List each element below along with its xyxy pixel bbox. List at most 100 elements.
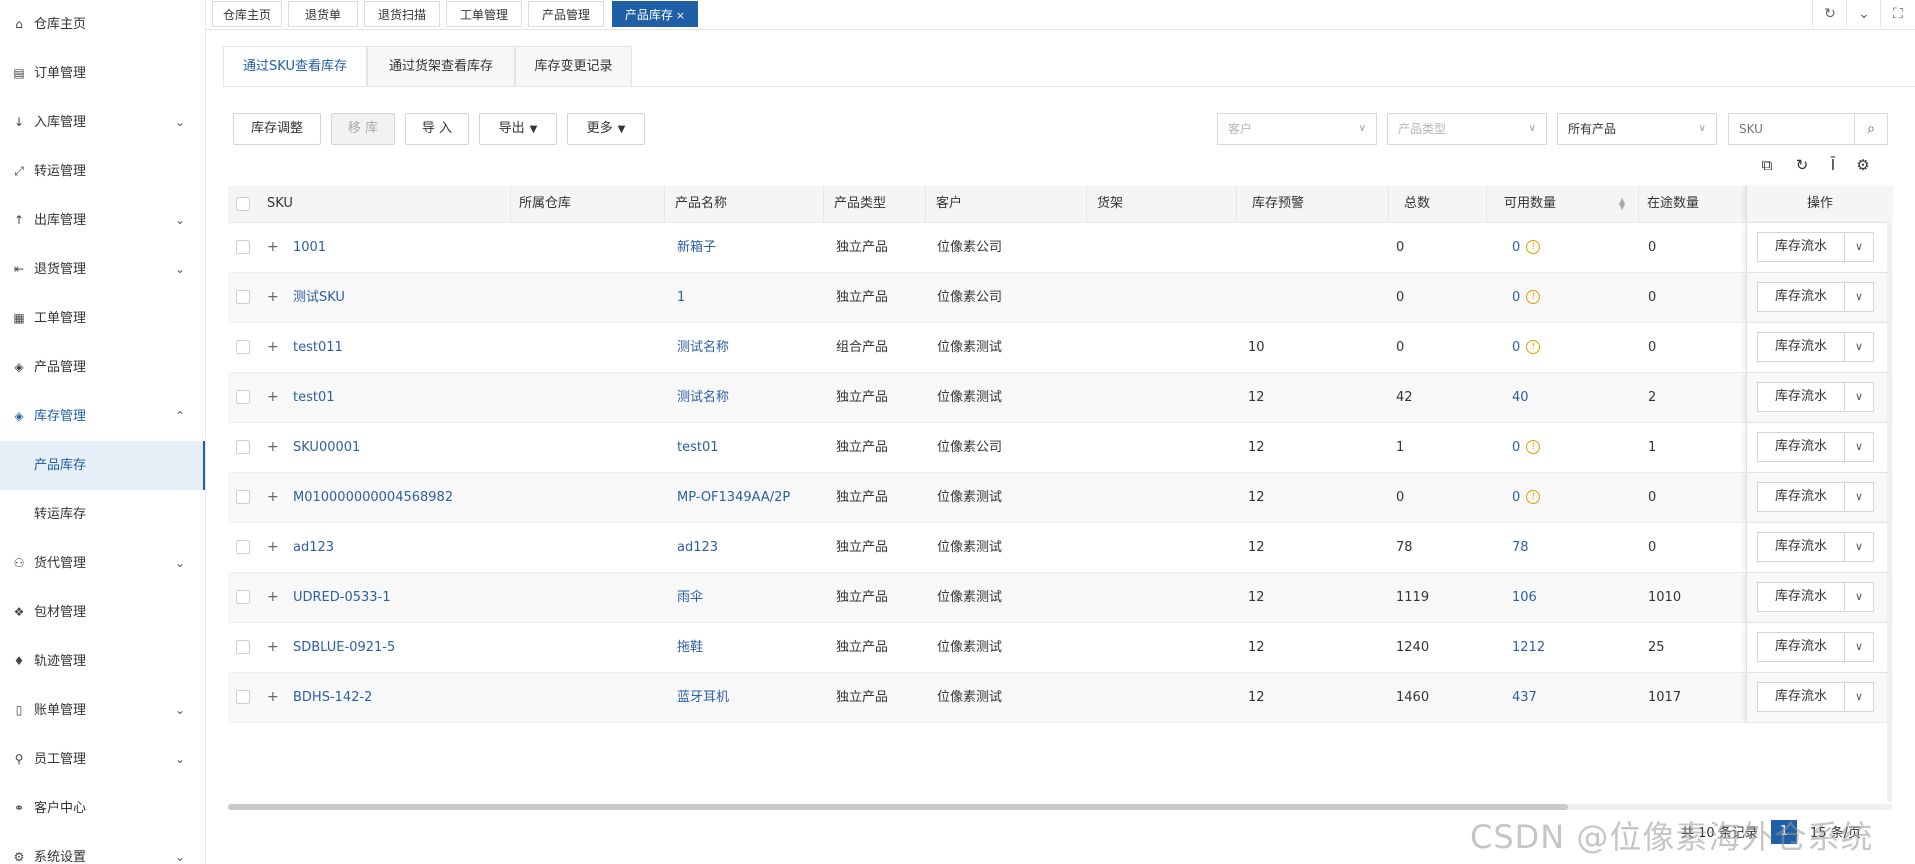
stock-ledger-button[interactable]: 库存流水: [1757, 232, 1845, 262]
chevron-down-icon[interactable]: ∨: [1844, 632, 1874, 662]
chevron-down-icon[interactable]: ∨: [1844, 682, 1874, 712]
chevron-down-icon[interactable]: ∨: [1844, 532, 1874, 562]
sidebar-item-staff[interactable]: ⚲ 员工管理 ⌄: [0, 735, 205, 784]
page-1-button[interactable]: 1: [1771, 820, 1797, 844]
stock-ledger-button[interactable]: 库存流水: [1757, 582, 1845, 612]
sidebar-item-forwarders[interactable]: ⚇ 货代管理 ⌄: [0, 539, 205, 588]
product-name-link[interactable]: 测试名称: [677, 323, 729, 372]
refresh-icon[interactable]: ↻: [1791, 154, 1813, 176]
sku-search-input[interactable]: [1729, 114, 1855, 144]
more-button[interactable]: 更多 ▼: [567, 113, 645, 145]
expand-icon[interactable]: +: [267, 223, 279, 272]
available-link[interactable]: 1212: [1512, 623, 1545, 672]
tab-change-log[interactable]: 库存变更记录: [515, 46, 632, 87]
chevron-down-icon[interactable]: ⌄: [1846, 0, 1881, 28]
sku-link[interactable]: 1001: [293, 223, 326, 272]
expand-icon[interactable]: +: [267, 373, 279, 422]
page-tab-return-orders[interactable]: 退货单: [288, 1, 358, 27]
stock-ledger-button[interactable]: 库存流水: [1757, 682, 1845, 712]
sku-link[interactable]: SDBLUE-0921-5: [293, 623, 395, 672]
product-name-link[interactable]: ad123: [677, 523, 718, 572]
expand-icon[interactable]: +: [267, 323, 279, 372]
export-button[interactable]: 导出 ▼: [479, 113, 557, 145]
stock-ledger-button[interactable]: 库存流水: [1757, 382, 1845, 412]
product-name-link[interactable]: MP-OF1349AA/2P: [677, 473, 790, 522]
stock-adjust-button[interactable]: 库存调整: [233, 113, 321, 145]
row-checkbox[interactable]: [236, 290, 250, 304]
product-type-select[interactable]: 产品类型 ∨: [1387, 113, 1547, 145]
move-stock-button[interactable]: 移 库: [331, 113, 395, 145]
expand-icon[interactable]: +: [267, 523, 279, 572]
fullscreen-icon[interactable]: ⛶: [1880, 0, 1915, 28]
stock-ledger-button[interactable]: 库存流水: [1757, 532, 1845, 562]
row-checkbox[interactable]: [236, 640, 250, 654]
available-link[interactable]: 437: [1512, 673, 1537, 722]
sidebar-item-orders[interactable]: ▤ 订单管理: [0, 49, 205, 98]
sidebar-subitem-transfer-inventory[interactable]: 转运库存: [0, 490, 205, 539]
available-link[interactable]: 0!: [1512, 423, 1541, 472]
sku-link[interactable]: SKU00001: [293, 423, 360, 472]
stock-ledger-button[interactable]: 库存流水: [1757, 482, 1845, 512]
sidebar-item-inbound[interactable]: ↓ 入库管理 ⌄: [0, 98, 205, 147]
expand-icon[interactable]: +: [267, 273, 279, 322]
product-name-link[interactable]: 测试名称: [677, 373, 729, 422]
page-tab-work-orders[interactable]: 工单管理: [446, 1, 522, 27]
sidebar-item-packaging[interactable]: ❖ 包材管理: [0, 588, 205, 637]
tab-view-by-sku[interactable]: 通过SKU查看库存: [223, 46, 367, 87]
row-checkbox[interactable]: [236, 340, 250, 354]
available-link[interactable]: 0!: [1512, 473, 1541, 522]
sidebar-item-warehouse-home[interactable]: ⌂ 仓库主页: [0, 0, 205, 49]
row-checkbox[interactable]: [236, 240, 250, 254]
row-checkbox[interactable]: [236, 540, 250, 554]
available-link[interactable]: 0!: [1512, 323, 1541, 372]
import-button[interactable]: 导 入: [405, 113, 469, 145]
expand-icon[interactable]: +: [267, 673, 279, 722]
sidebar-item-products[interactable]: ◈ 产品管理: [0, 343, 205, 392]
sidebar-item-transfer[interactable]: ⤢ 转运管理: [0, 147, 205, 196]
chevron-down-icon[interactable]: ∨: [1844, 432, 1874, 462]
product-name-link[interactable]: 新箱子: [677, 223, 716, 272]
sidebar-item-customer-center[interactable]: ⚭ 客户中心: [0, 784, 205, 833]
expand-icon[interactable]: +: [267, 473, 279, 522]
horizontal-scrollbar[interactable]: [228, 804, 1892, 810]
sku-link[interactable]: UDRED-0533-1: [293, 573, 391, 622]
search-icon[interactable]: ⌕: [1854, 114, 1887, 144]
sku-link[interactable]: test01: [293, 373, 335, 422]
export-table-icon[interactable]: ⧉: [1756, 154, 1778, 176]
expand-icon[interactable]: +: [267, 423, 279, 472]
close-icon[interactable]: ×: [676, 9, 685, 22]
page-tab-product-inventory[interactable]: 产品库存 ×: [612, 1, 698, 27]
product-scope-select[interactable]: 所有产品 ∨: [1557, 113, 1717, 145]
sku-link[interactable]: BDHS-142-2: [293, 673, 372, 722]
available-link[interactable]: 0!: [1512, 223, 1541, 272]
sidebar-item-settings[interactable]: ⚙ 系统设置 ⌄: [0, 833, 205, 864]
chevron-down-icon[interactable]: ∨: [1844, 482, 1874, 512]
sort-icon[interactable]: ▲ ▼: [1619, 197, 1625, 211]
row-checkbox[interactable]: [236, 690, 250, 704]
stock-ledger-button[interactable]: 库存流水: [1757, 432, 1845, 462]
stock-ledger-button[interactable]: 库存流水: [1757, 632, 1845, 662]
vertical-scrollbar[interactable]: [1887, 222, 1892, 802]
page-tab-warehouse-home[interactable]: 仓库主页: [212, 1, 282, 27]
sidebar-subitem-product-inventory[interactable]: 产品库存: [0, 441, 205, 490]
chevron-down-icon[interactable]: ∨: [1844, 232, 1874, 262]
available-link[interactable]: 40: [1512, 373, 1529, 422]
row-checkbox[interactable]: [236, 390, 250, 404]
row-checkbox[interactable]: [236, 590, 250, 604]
sidebar-item-billing[interactable]: ▯ 账单管理 ⌄: [0, 686, 205, 735]
page-tab-return-scan[interactable]: 退货扫描: [364, 1, 440, 27]
refresh-icon[interactable]: ↻: [1812, 0, 1847, 28]
sidebar-item-returns[interactable]: ⇤ 退货管理 ⌄: [0, 245, 205, 294]
column-height-icon[interactable]: Ī: [1822, 154, 1844, 176]
sidebar-item-tracking[interactable]: ♦ 轨迹管理: [0, 637, 205, 686]
chevron-down-icon[interactable]: ∨: [1844, 382, 1874, 412]
gear-icon[interactable]: ⚙: [1852, 154, 1874, 176]
sku-link[interactable]: 测试SKU: [293, 273, 345, 322]
available-link[interactable]: 78: [1512, 523, 1529, 572]
expand-icon[interactable]: +: [267, 623, 279, 672]
product-name-link[interactable]: test01: [677, 423, 719, 472]
col-available[interactable]: 可用数量: [1486, 186, 1556, 222]
sku-link[interactable]: ad123: [293, 523, 334, 572]
sidebar-item-inventory[interactable]: ◈ 库存管理 ⌃: [0, 392, 205, 441]
tab-view-by-shelf[interactable]: 通过货架查看库存: [367, 46, 515, 87]
